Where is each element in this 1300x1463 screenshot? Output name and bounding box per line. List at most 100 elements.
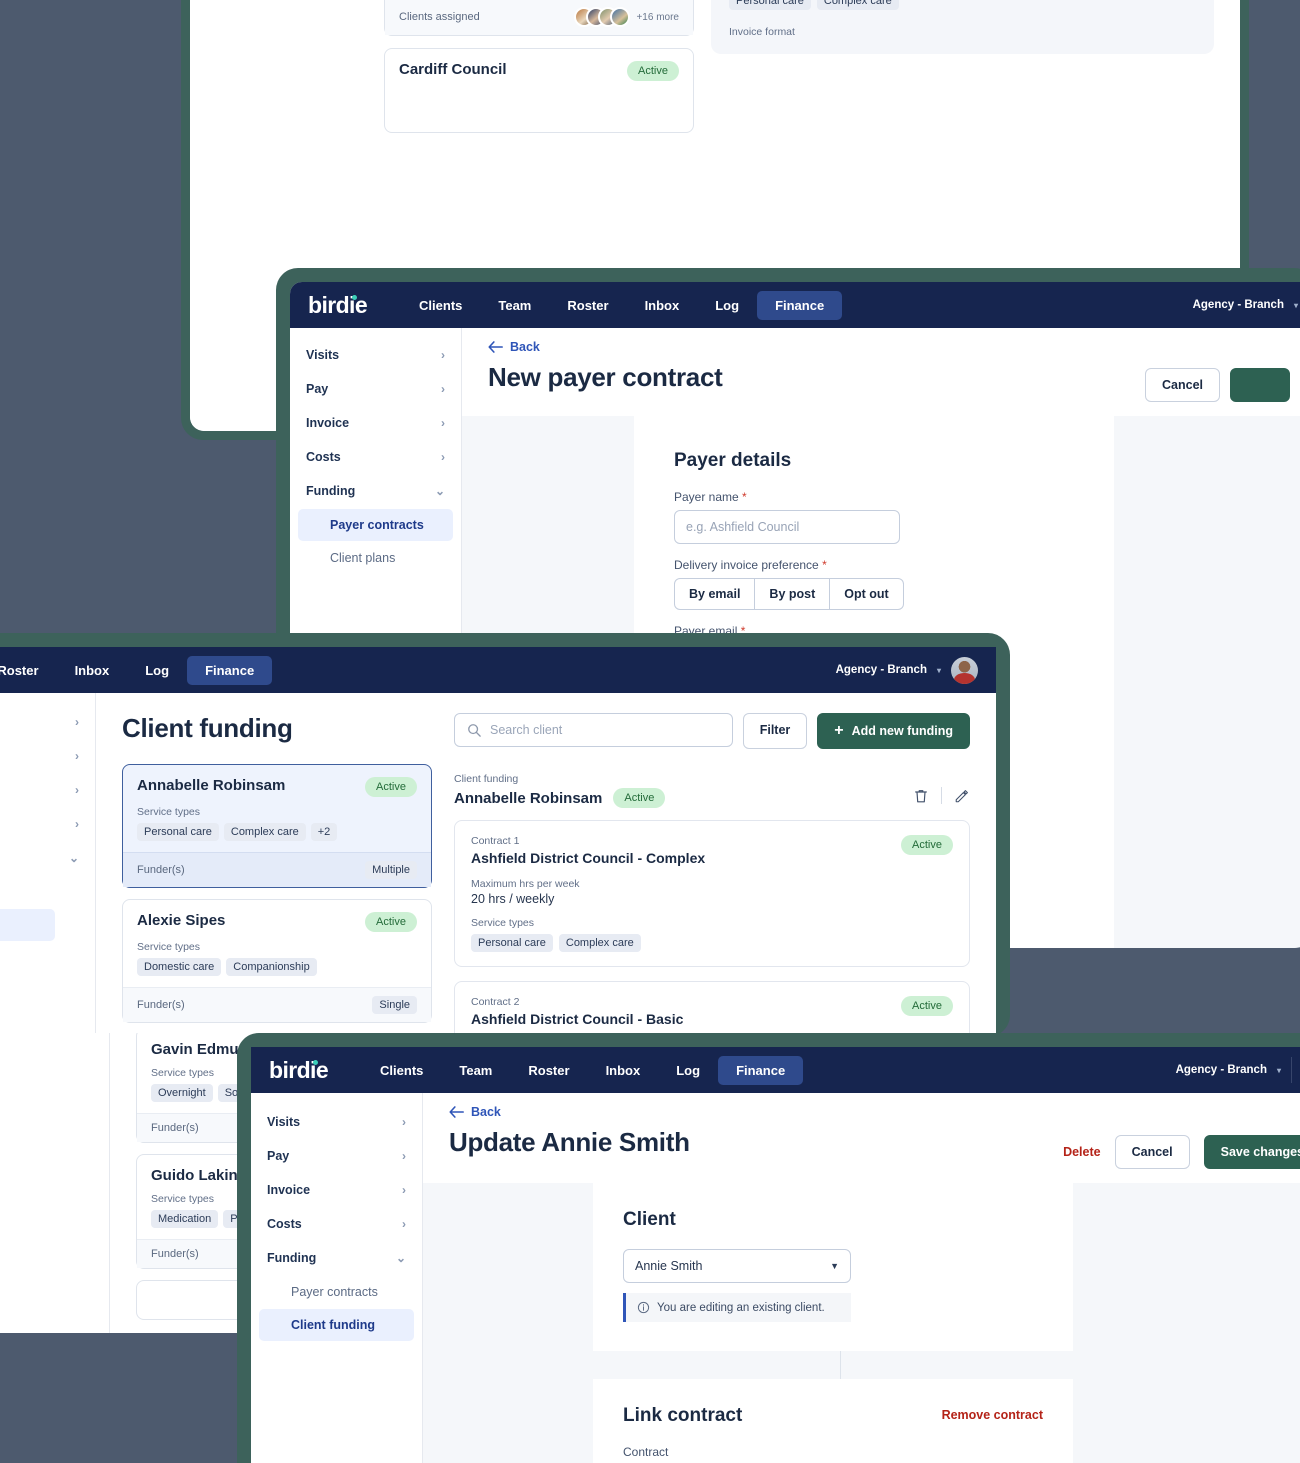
payer-name-input[interactable]: e.g. Ashfield Council: [674, 510, 900, 544]
sidebar-item-label: Costs: [267, 1217, 302, 1231]
sidebar-item-funding[interactable]: Funding ⌄: [251, 1241, 422, 1275]
option-by-post[interactable]: By post: [755, 578, 831, 610]
chevron-right-icon: ›: [402, 1217, 406, 1231]
sidebar-item-payer-contracts[interactable]: Payer contracts: [298, 509, 453, 541]
sidebar-item-costs[interactable]: Costs ›: [251, 1207, 422, 1241]
nav-link-finance[interactable]: Finance: [187, 655, 273, 685]
nav-link-roster[interactable]: Roster: [0, 656, 57, 685]
avatar: [610, 7, 631, 27]
cancel-button[interactable]: Cancel: [1114, 1135, 1190, 1169]
client-funding-detail: Search client Filter + Add new funding C…: [454, 713, 970, 1037]
payer-card[interactable]: Borough of Brosbourne Archived Service t…: [384, 0, 694, 36]
window4-form-area: Client Annie Smith ▼ You are editing an …: [423, 1183, 1300, 1463]
detail-client-name: Annabelle Robinsam: [454, 789, 603, 807]
detail-eyebrow: Client funding: [454, 773, 519, 785]
option-opt-out[interactable]: Opt out: [830, 578, 904, 610]
sidebar-item-funding[interactable]: ⌄: [0, 841, 95, 875]
editing-notice-text: You are editing an existing client.: [657, 1301, 825, 1314]
nav-link-clients[interactable]: Clients: [362, 1056, 441, 1085]
nav-link-roster[interactable]: Roster: [549, 291, 626, 320]
client-select[interactable]: Annie Smith ▼: [623, 1249, 851, 1283]
nav-link-inbox[interactable]: Inbox: [57, 656, 128, 685]
contract-number: Contract 2: [471, 996, 520, 1008]
sidebar-item-client-plans[interactable]: Client plans: [298, 542, 453, 574]
nav-link-log[interactable]: Log: [658, 1056, 718, 1085]
plus-icon: +: [834, 722, 844, 739]
sidebar-item-pay[interactable]: Pay ›: [251, 1139, 422, 1173]
client-list-column: Client funding Annabelle Robinsam Active…: [122, 713, 432, 1037]
account-switcher[interactable]: Agency - Branch ▾: [1193, 299, 1298, 311]
add-new-funding-label: Add new funding: [851, 724, 953, 738]
avatar-stack: +16 more: [574, 7, 679, 27]
option-by-email[interactable]: By email: [674, 578, 756, 610]
cancel-button[interactable]: Cancel: [1145, 368, 1220, 402]
sidebar-item-payer-contracts[interactable]: contracts: [0, 876, 55, 908]
nav-link-team[interactable]: Team: [441, 1056, 510, 1085]
account-switcher[interactable]: Agency - Branch ▾: [1176, 1057, 1300, 1084]
payer-card-list: Annie Smith Active Service types Domesti…: [384, 0, 694, 145]
payer-card[interactable]: Cardiff Council Active: [384, 48, 694, 133]
search-input[interactable]: Search client: [454, 713, 733, 747]
account-switcher[interactable]: Agency - Branch ▾: [836, 656, 978, 684]
sidebar-item-label: Costs: [306, 450, 341, 464]
sidebar-item-client-funding[interactable]: funding: [0, 909, 55, 941]
contract-detail-card: Active Contract 1 Ashfield District Coun…: [711, 0, 1214, 54]
chevron-down-icon: ⌄: [395, 1251, 406, 1265]
sidebar-item-pay[interactable]: ›: [0, 739, 95, 773]
sidebar-item-visits[interactable]: Visits ›: [290, 338, 461, 372]
status-badge: Active: [901, 835, 953, 855]
service-pill: Personal care: [729, 0, 811, 10]
sidebar-item-pay[interactable]: Pay ›: [290, 372, 461, 406]
nav-link-finance[interactable]: Finance: [757, 290, 843, 320]
sidebar-item-visits[interactable]: ›: [0, 705, 95, 739]
account-label: Agency - Branch: [1192, 299, 1284, 311]
sidebar-item-payer-contracts[interactable]: Payer contracts: [259, 1276, 414, 1308]
max-hours-label: Maximum hrs per week: [471, 878, 580, 890]
sidebar-item-visits[interactable]: Visits ›: [251, 1105, 422, 1139]
sidebar-item-invoice[interactable]: Invoice ›: [251, 1173, 422, 1207]
sidebar-item-funding[interactable]: Funding ⌄: [290, 474, 461, 508]
sidebar-item-label: Invoice: [267, 1183, 311, 1197]
nav-link-team[interactable]: Team: [480, 291, 549, 320]
arrow-left-icon: [449, 1106, 464, 1118]
save-changes-button[interactable]: Save changes: [1203, 1135, 1300, 1169]
chevron-right-icon: ›: [402, 1149, 406, 1163]
nav-link-log[interactable]: Log: [697, 291, 757, 320]
sidebar-item-costs[interactable]: Costs ›: [290, 440, 461, 474]
nav-link-roster[interactable]: Roster: [510, 1056, 587, 1085]
nav-link-finance[interactable]: Finance: [718, 1055, 804, 1085]
window4-header: Back Update Annie Smith Delete Cancel Sa…: [423, 1093, 1300, 1183]
top-navbar: birdie Clients Team Roster Inbox Log Fin…: [251, 1047, 1300, 1093]
back-label: Back: [471, 1105, 501, 1119]
sidebar-item-costs[interactable]: ›: [0, 807, 95, 841]
user-avatar[interactable]: [951, 656, 978, 684]
delete-button[interactable]: Delete: [1063, 1145, 1101, 1159]
contract-title: Ashfield District Council - Complex: [471, 850, 706, 866]
nav-link-inbox[interactable]: Inbox: [627, 291, 698, 320]
nav-link-clients[interactable]: Clients: [401, 291, 480, 320]
avatar-overflow-count: +16 more: [636, 11, 679, 23]
back-link[interactable]: Back: [449, 1105, 690, 1119]
birdie-logo[interactable]: birdie: [308, 292, 368, 319]
service-pill: Personal care: [471, 934, 553, 952]
chevron-right-icon: ›: [441, 450, 445, 464]
logo-dot: [313, 1059, 319, 1065]
filter-button[interactable]: Filter: [742, 713, 808, 749]
nav-link-inbox[interactable]: Inbox: [588, 1056, 659, 1085]
save-button[interactable]: [1230, 368, 1290, 402]
add-new-funding-button[interactable]: + Add new funding: [817, 713, 970, 749]
list-item[interactable]: Annabelle Robinsam Active Service types …: [122, 764, 432, 888]
delete-icon[interactable]: [913, 788, 929, 804]
back-link[interactable]: Back: [488, 340, 722, 354]
service-pill: Complex care: [558, 934, 641, 952]
chevron-right-icon: ›: [75, 817, 79, 831]
top-navbar: birdie Clients Team Roster Inbox Log Fin…: [290, 282, 1300, 328]
birdie-logo[interactable]: birdie: [269, 1057, 329, 1084]
remove-contract-button[interactable]: Remove contract: [942, 1405, 1043, 1422]
list-item[interactable]: Alexie Sipes Active Service types Domest…: [122, 899, 432, 1023]
edit-icon[interactable]: [954, 788, 970, 804]
sidebar-item-invoice[interactable]: ›: [0, 773, 95, 807]
sidebar-item-client-funding[interactable]: Client funding: [259, 1309, 414, 1341]
nav-link-log[interactable]: Log: [127, 656, 187, 685]
sidebar-item-invoice[interactable]: Invoice ›: [290, 406, 461, 440]
